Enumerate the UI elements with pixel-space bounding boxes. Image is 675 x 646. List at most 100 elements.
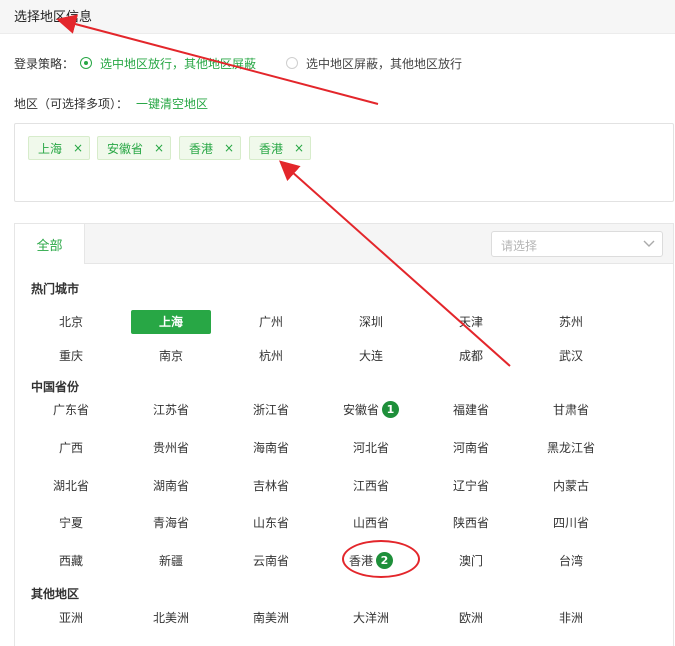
page-header: 选择地区信息 (0, 0, 675, 34)
region-label: 贵州省 (152, 441, 189, 455)
hot-city-item[interactable]: 南京 (131, 344, 211, 368)
region-label: 江苏省 (152, 403, 189, 417)
province-item[interactable]: 云南省 (231, 549, 311, 573)
province-item[interactable]: 澳门 (431, 549, 511, 573)
province-item[interactable]: 山西省 (331, 511, 411, 535)
province-item[interactable]: 湖北省 (31, 474, 111, 498)
hot-city-item[interactable]: 苏州 (531, 310, 611, 334)
other-region-item[interactable]: 欧洲 (431, 606, 511, 630)
section-other-regions-title: 其他地区 (31, 587, 80, 601)
province-item[interactable]: 安徽省 1 (331, 398, 411, 422)
province-item[interactable]: 湖南省 (131, 474, 211, 498)
region-label: 河北省 (352, 441, 389, 455)
hot-city-item[interactable]: 武汉 (531, 344, 611, 368)
province-item[interactable]: 香港 2 (331, 549, 411, 573)
region-label: 北美洲 (152, 611, 189, 625)
hot-city-item[interactable]: 广州 (231, 310, 311, 334)
policy-radio-block-label: 选中地区屏蔽，其他地区放行 (306, 56, 463, 71)
province-item[interactable]: 江苏省 (131, 398, 211, 422)
province-item[interactable]: 浙江省 (231, 398, 311, 422)
region-label: 重庆 (58, 349, 83, 363)
area-label: 地区（可选择多项）： (14, 97, 129, 111)
region-label: 欧洲 (458, 611, 483, 625)
region-label: 辽宁省 (452, 479, 489, 493)
other-region-item[interactable]: 南美洲 (231, 606, 311, 630)
radio-checked-icon (80, 57, 93, 69)
province-item[interactable]: 台湾 (531, 549, 611, 573)
page-title: 选择地区信息 (14, 10, 93, 25)
tag-label: 香港 (259, 141, 284, 156)
region-label: 非洲 (558, 611, 583, 625)
clear-areas-link[interactable]: 一键清空地区 (136, 95, 208, 112)
section-hot-cities-title: 热门城市 (31, 282, 80, 296)
region-label: 河南省 (452, 441, 489, 455)
tag-label: 上海 (38, 141, 63, 156)
policy-radio-allow[interactable]: 选中地区放行，其他地区屏蔽 (80, 55, 256, 72)
province-item[interactable]: 贵州省 (131, 436, 211, 460)
province-item[interactable]: 河南省 (431, 436, 511, 460)
province-item[interactable]: 内蒙古 (531, 474, 611, 498)
region-label: 成都 (458, 349, 483, 363)
close-icon[interactable]: × (154, 141, 164, 155)
province-item[interactable]: 陕西省 (431, 511, 511, 535)
province-item[interactable]: 福建省 (431, 398, 511, 422)
province-item[interactable]: 广东省 (31, 398, 111, 422)
region-label: 苏州 (558, 315, 583, 329)
region-label: 武汉 (558, 349, 583, 363)
hot-city-item[interactable]: 天津 (431, 310, 511, 334)
province-item[interactable]: 吉林省 (231, 474, 311, 498)
province-item[interactable]: 海南省 (231, 436, 311, 460)
region-label: 香港 (348, 554, 373, 568)
policy-radio-allow-label: 选中地区放行，其他地区屏蔽 (100, 56, 257, 71)
tag-label: 安徽省 (107, 141, 144, 156)
region-label: 吉林省 (252, 479, 289, 493)
province-item[interactable]: 山东省 (231, 511, 311, 535)
region-label: 杭州 (258, 349, 283, 363)
region-label: 深圳 (358, 315, 383, 329)
hot-city-item[interactable]: 北京 (31, 310, 111, 334)
region-label: 湖南省 (152, 479, 189, 493)
province-item[interactable]: 黑龙江省 (531, 436, 611, 460)
hot-city-item[interactable]: 深圳 (331, 310, 411, 334)
close-icon[interactable]: × (73, 141, 83, 155)
selected-areas-box: 上海 × 安徽省 × 香港 × 香港 × (14, 123, 674, 202)
hot-city-item[interactable]: 成都 (431, 344, 511, 368)
region-label: 陕西省 (452, 516, 489, 530)
region-label: 南美洲 (252, 611, 289, 625)
region-label: 黑龙江省 (546, 441, 595, 455)
province-item[interactable]: 四川省 (531, 511, 611, 535)
region-select[interactable]: 请选择 (491, 231, 663, 257)
other-region-item[interactable]: 北美洲 (131, 606, 211, 630)
province-item[interactable]: 辽宁省 (431, 474, 511, 498)
annotation-badge: 1 (382, 400, 399, 418)
province-item[interactable]: 宁夏 (31, 511, 111, 535)
region-label: 青海省 (152, 516, 189, 530)
hot-city-item[interactable]: 上海 (131, 310, 211, 334)
tag-anhui: 安徽省 × (97, 136, 171, 160)
province-item[interactable]: 西藏 (31, 549, 111, 573)
radio-unchecked-icon (286, 57, 299, 69)
region-tab-bar: 全部 请选择 (15, 224, 673, 264)
hot-city-item[interactable]: 重庆 (31, 344, 111, 368)
hot-city-item[interactable]: 杭州 (231, 344, 311, 368)
tab-all[interactable]: 全部 (15, 224, 85, 264)
tag-label: 香港 (189, 141, 214, 156)
other-region-item[interactable]: 亚洲 (31, 606, 111, 630)
province-item[interactable]: 广西 (31, 436, 111, 460)
province-item[interactable]: 甘肃省 (531, 398, 611, 422)
province-item[interactable]: 河北省 (331, 436, 411, 460)
province-item[interactable]: 青海省 (131, 511, 211, 535)
other-region-item[interactable]: 非洲 (531, 606, 611, 630)
other-region-item[interactable]: 大洋洲 (331, 606, 411, 630)
close-icon[interactable]: × (294, 141, 304, 155)
region-label: 亚洲 (58, 611, 83, 625)
close-icon[interactable]: × (224, 141, 234, 155)
chevron-down-icon (643, 240, 655, 247)
region-label: 山东省 (252, 516, 289, 530)
province-item[interactable]: 江西省 (331, 474, 411, 498)
policy-radio-block[interactable]: 选中地区屏蔽，其他地区放行 (286, 55, 462, 72)
province-item[interactable]: 新疆 (131, 549, 211, 573)
tag-hongkong-1: 香港 × (179, 136, 241, 160)
hot-city-item[interactable]: 大连 (331, 344, 411, 368)
region-label: 台湾 (558, 554, 583, 568)
